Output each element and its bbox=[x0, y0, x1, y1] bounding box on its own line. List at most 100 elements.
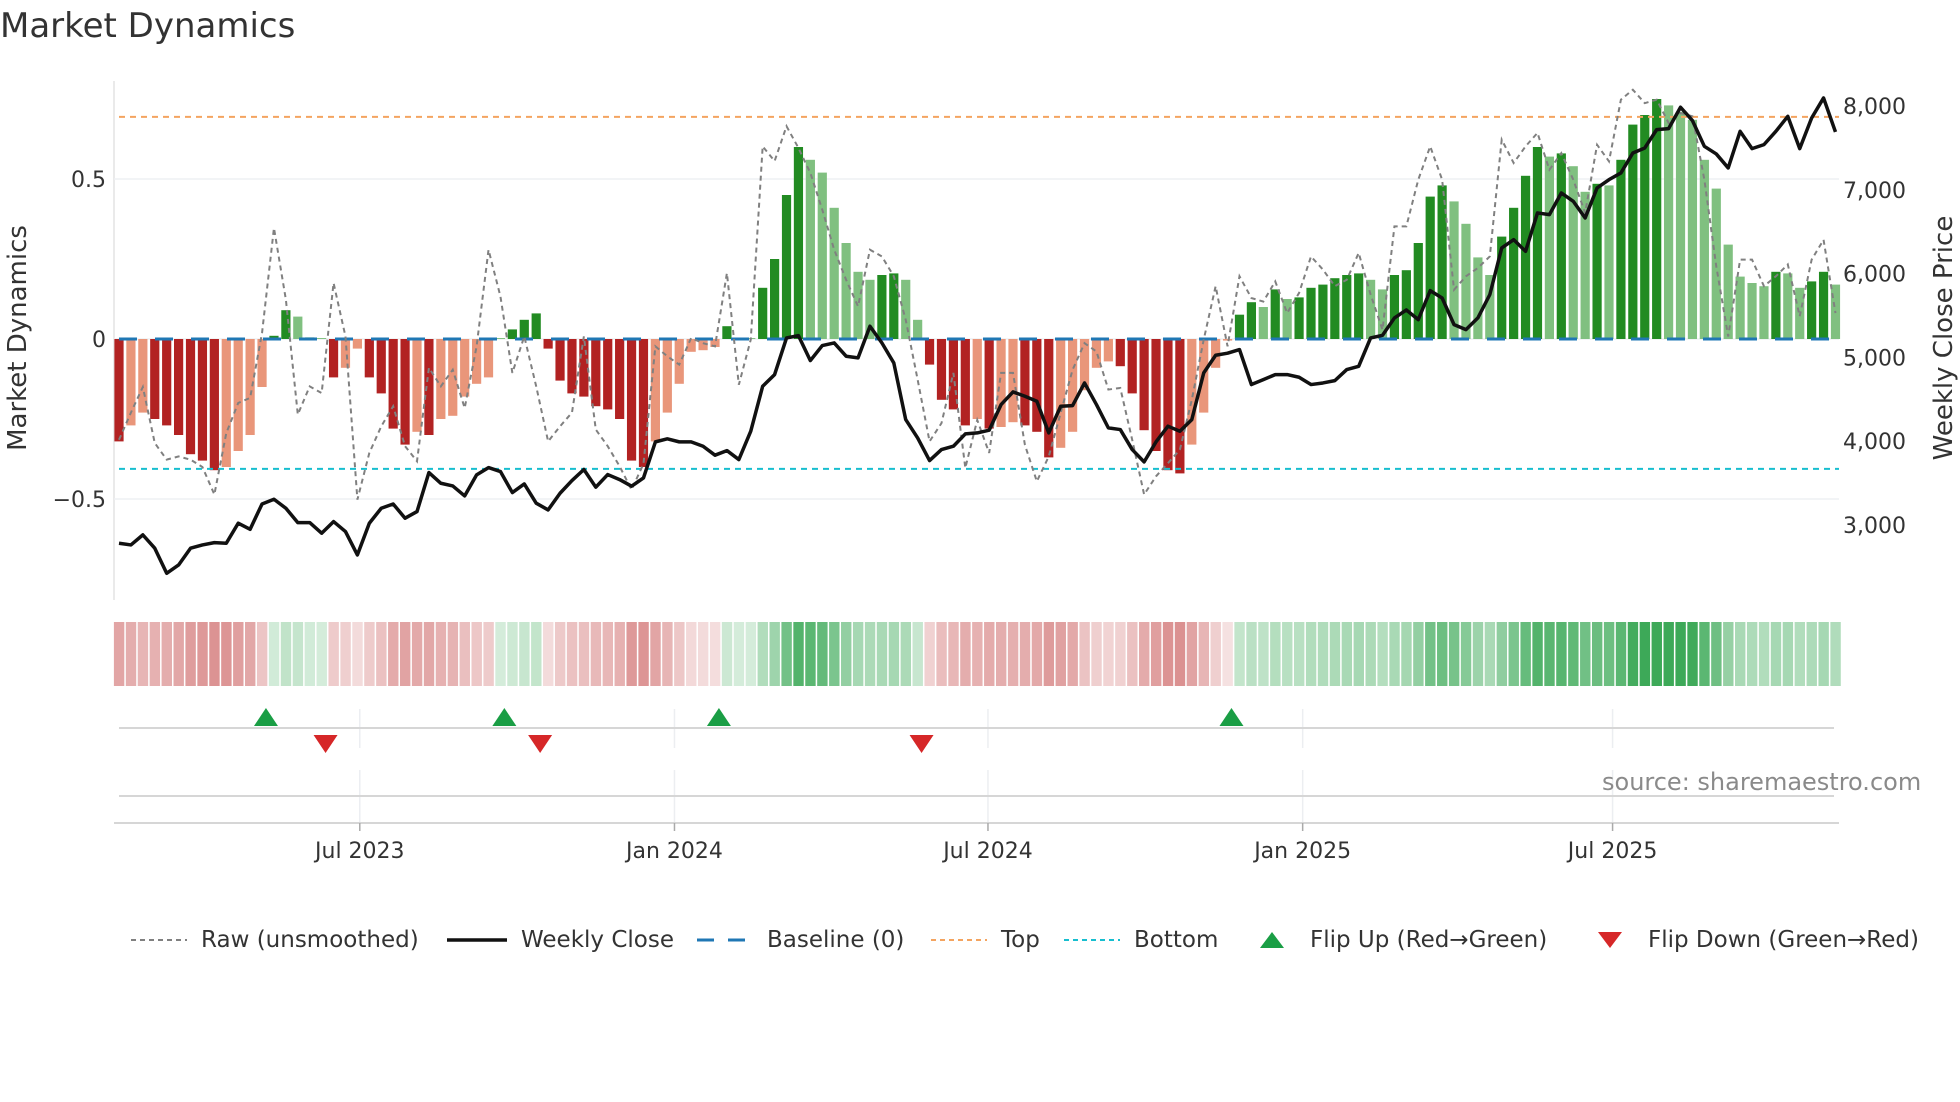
bar-negative bbox=[924, 339, 935, 365]
heatmap-cell bbox=[459, 622, 470, 686]
bar-positive bbox=[1509, 207, 1519, 339]
x-tick-label: Jul 2024 bbox=[941, 839, 1033, 864]
heatmap-cell bbox=[1615, 622, 1627, 686]
heatmap-cell bbox=[507, 622, 518, 686]
heatmap-cell bbox=[769, 622, 780, 686]
heatmap-cell bbox=[995, 622, 1007, 686]
heatmap-cell bbox=[1639, 622, 1651, 686]
heatmap-cell bbox=[1663, 622, 1674, 686]
heatmap-cell bbox=[638, 622, 649, 686]
heatmap-cell bbox=[1115, 622, 1126, 686]
bar-negative bbox=[1103, 339, 1113, 362]
heatmap-cell bbox=[972, 622, 983, 686]
heatmap-cell bbox=[1150, 622, 1162, 686]
bar-positive bbox=[1437, 185, 1447, 339]
bar-negative bbox=[1032, 339, 1042, 432]
legend-item-baseline: Baseline (0) bbox=[697, 922, 904, 958]
heatmap-cell bbox=[888, 622, 900, 686]
bar-positive bbox=[1294, 297, 1304, 339]
bar-positive bbox=[1747, 283, 1757, 339]
bar-positive bbox=[1246, 302, 1256, 339]
bar-negative bbox=[1187, 339, 1197, 445]
y-axis-title: Market Dynamics bbox=[3, 225, 33, 451]
bar-negative bbox=[150, 339, 160, 419]
heatmap-cell bbox=[161, 622, 172, 686]
heatmap-cell bbox=[721, 622, 733, 686]
flip-up-marker bbox=[706, 708, 731, 726]
heatmap-cell bbox=[1091, 622, 1102, 686]
heatmap-cell bbox=[435, 622, 447, 686]
heatmap-cell bbox=[483, 622, 494, 686]
heatmap-cell bbox=[1746, 622, 1758, 686]
y2-axis-title: Weekly Close Price bbox=[1929, 216, 1959, 461]
heatmap-cell bbox=[1305, 622, 1317, 686]
heatmap-cell bbox=[817, 622, 828, 686]
bar-negative bbox=[1163, 339, 1173, 471]
heatmap-cell bbox=[1794, 622, 1806, 686]
heatmap-cell bbox=[1770, 622, 1782, 686]
heatmap-cell bbox=[1544, 622, 1555, 686]
bar-negative bbox=[352, 339, 362, 349]
bar-positive bbox=[1723, 244, 1733, 339]
heatmap-cell bbox=[316, 622, 327, 686]
heatmap-cell bbox=[781, 622, 792, 686]
bar-negative bbox=[1068, 339, 1078, 432]
bar-negative bbox=[364, 339, 374, 378]
y2-tick-label: 7,000 bbox=[1843, 179, 1906, 204]
heatmap-cell bbox=[304, 622, 316, 686]
heatmap-cell bbox=[411, 622, 423, 686]
bar-negative bbox=[483, 339, 494, 378]
bar-negative bbox=[1151, 339, 1161, 451]
bar-negative bbox=[1020, 339, 1030, 426]
heatmap-cell bbox=[197, 622, 208, 686]
bar-negative bbox=[1222, 339, 1233, 341]
bar-negative bbox=[114, 339, 124, 442]
heatmap-cell bbox=[399, 622, 411, 686]
heatmap-cell bbox=[960, 622, 971, 686]
heatmap-cell bbox=[268, 622, 280, 686]
heatmap-cell bbox=[209, 622, 220, 686]
y2-tick-label: 4,000 bbox=[1843, 430, 1906, 455]
heatmap-cell bbox=[1353, 622, 1364, 686]
bar-negative bbox=[579, 339, 589, 397]
heatmap-cell bbox=[1103, 622, 1114, 686]
heatmap-cell bbox=[829, 622, 840, 686]
bar-positive bbox=[841, 243, 851, 339]
flip-down-marker bbox=[313, 735, 338, 753]
heatmap-cell bbox=[245, 622, 256, 686]
heatmap-cell bbox=[1127, 622, 1138, 686]
heatmap-cell bbox=[519, 622, 530, 686]
bar-positive bbox=[1735, 276, 1745, 339]
heatmap-cell bbox=[1448, 622, 1460, 686]
y2-tick-label: 6,000 bbox=[1843, 263, 1906, 288]
heatmap-cell bbox=[1782, 622, 1794, 686]
heatmap-cell bbox=[1401, 622, 1412, 686]
y2-tick-label: 8,000 bbox=[1843, 95, 1906, 120]
heatmap-cell bbox=[1460, 622, 1472, 686]
heatmap-cell bbox=[1234, 622, 1245, 686]
bar-positive bbox=[1389, 275, 1400, 339]
heatmap-cell bbox=[1139, 622, 1150, 686]
heatmap-cell bbox=[1699, 622, 1710, 686]
y2-tick-label: 3,000 bbox=[1843, 514, 1906, 539]
bar-positive bbox=[1342, 275, 1352, 339]
heatmap-cell bbox=[1055, 622, 1066, 686]
heatmap-cell bbox=[1186, 622, 1198, 686]
heatmap-cell bbox=[709, 622, 721, 686]
heatmap-cell bbox=[1377, 622, 1388, 686]
heatmap-cell bbox=[256, 622, 268, 686]
raw-line-swatch bbox=[131, 939, 187, 941]
x-tick-label: Jul 2025 bbox=[1566, 839, 1658, 864]
heatmap-cell bbox=[1210, 622, 1221, 686]
heatmap-cell bbox=[1258, 622, 1269, 686]
heatmap-cell bbox=[697, 622, 709, 686]
heatmap-cell bbox=[423, 622, 435, 686]
legend-label-flip-up: Flip Up (Red→Green) bbox=[1310, 927, 1548, 953]
heatmap-cell bbox=[578, 622, 590, 686]
bar-negative bbox=[376, 339, 386, 394]
bar-negative bbox=[638, 339, 649, 467]
raw-line bbox=[118, 88, 1837, 500]
bar-positive bbox=[519, 319, 529, 339]
flip-down-marker bbox=[528, 735, 553, 753]
x-tick-label: Jan 2024 bbox=[624, 839, 723, 864]
